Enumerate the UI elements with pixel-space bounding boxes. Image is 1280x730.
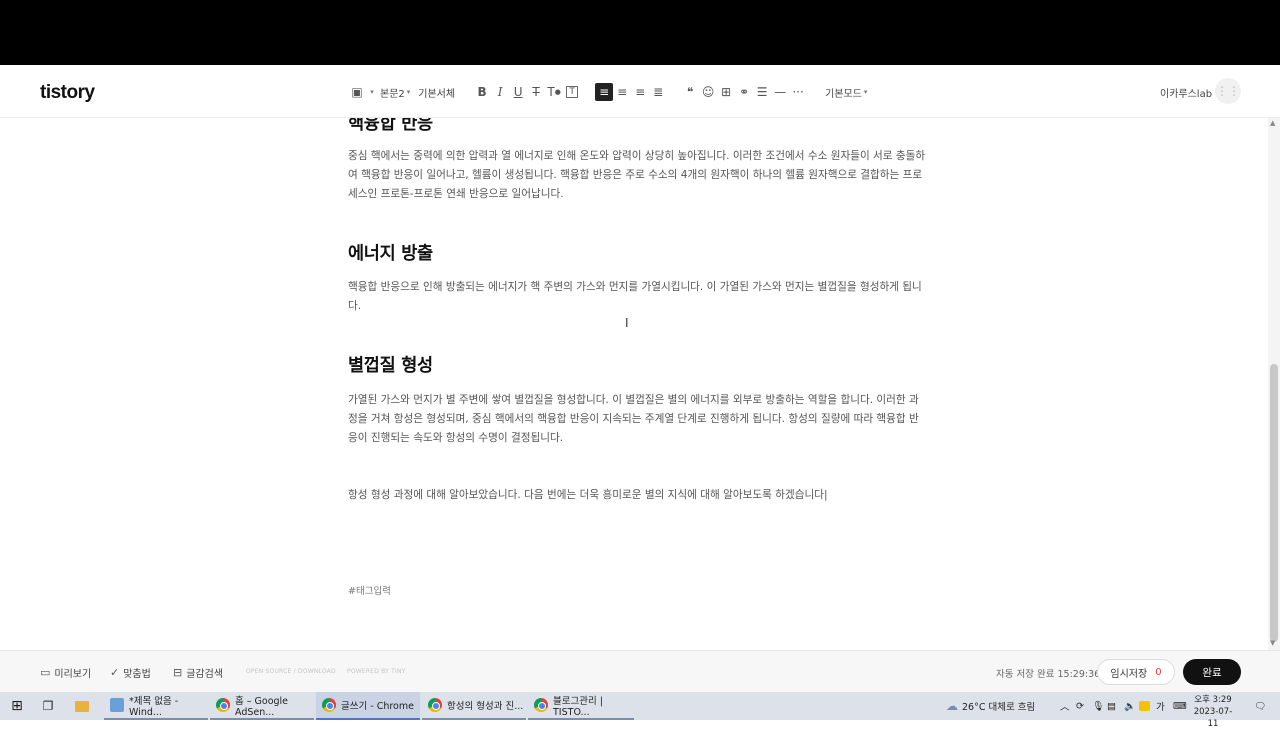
closing-paragraph: 항성 형성 과정에 대해 알아보았습니다. 다음 번에는 더욱 흥미로운 별의 … (348, 489, 828, 501)
clock[interactable]: 오후 3:29 2023-07-11 (1190, 694, 1236, 730)
taskbar-app-adsense[interactable]: 홈 – Google AdSen... (210, 692, 314, 720)
draft-save-button[interactable]: 임시저장 0 (1097, 659, 1175, 685)
preview-button[interactable]: ▭ 미리보기 (40, 665, 91, 680)
link-icon[interactable]: ⚭ (735, 83, 753, 101)
chevron-down-icon: ▾ (406, 88, 411, 96)
paragraph: 핵융합 반응으로 인해 방출되는 에너지가 핵 주변의 가스와 먼지를 가열시킵… (348, 281, 922, 312)
horizontal-line-icon[interactable]: — (771, 83, 789, 101)
windows-start-icon[interactable]: ⊞ (6, 692, 28, 720)
list-icon[interactable]: ☰ (753, 83, 771, 101)
top-black-bar (0, 0, 1280, 65)
editor-mode-dropdown[interactable]: 기본모드 ▾ (821, 83, 871, 101)
taskbar-app-blog-admin[interactable]: 블로그관리 | TISTO... (528, 692, 634, 720)
scrollbar[interactable]: ▲ ▼ (1268, 118, 1280, 650)
taskbar-app-label: 항성의 형성과 진... (447, 701, 524, 712)
task-view-icon[interactable]: ❐ (38, 692, 58, 720)
section-heading: 에너지 방출 (348, 244, 433, 264)
sync-icon[interactable]: ⟳ (1076, 692, 1084, 720)
chevron-down-icon: ▾ (863, 88, 868, 96)
search-icon: ⊟ (173, 666, 183, 679)
taskbar-app-write[interactable]: 글쓰기 - Chrome (316, 692, 420, 720)
chevron-down-icon[interactable]: ▾ (366, 83, 376, 101)
table-icon[interactable]: ⊞ (717, 83, 735, 101)
more-icon[interactable]: ··· (789, 83, 807, 101)
text-cursor-icon: I (625, 316, 629, 330)
font-dropdown[interactable]: 기본서체 (414, 83, 459, 101)
formatting-toolbar: ▣ ▾ 본문2 ▾ 기본서체 B I U T T ● T ≡ ≡ ≡ ≣ ❝ ☺ ⊞… (348, 83, 871, 101)
clock-date: 2023-07-11 (1193, 707, 1233, 729)
ime-indicator[interactable]: 가 (1156, 692, 1165, 720)
chrome-icon (428, 698, 442, 712)
align-center-icon[interactable]: ≡ (613, 83, 631, 101)
weather-label: 26°C 대체로 흐림 (962, 702, 1036, 713)
weather-cloud-icon: ☁ (946, 699, 958, 713)
monitor-icon: ▭ (40, 666, 51, 679)
image-icon[interactable]: ▣ (348, 83, 366, 101)
notifications-icon[interactable]: 🗨 (1254, 692, 1266, 720)
clock-time: 오후 3:29 (1194, 695, 1232, 705)
weather-widget[interactable]: ☁ 26°C 대체로 흐림 (946, 692, 1035, 720)
italic-icon[interactable]: I (491, 83, 509, 101)
taskbar-app-label: 글쓰기 - Chrome (341, 701, 414, 712)
taskbar-app-label: *제목 없음 - Wind... (129, 695, 179, 718)
editor-mode-label: 기본모드 (825, 88, 862, 100)
windows-taskbar: ⊞ ❐ *제목 없음 - Wind... 홈 – Google AdSen...… (0, 692, 1280, 729)
paragraph: 중심 핵에서는 중력에 의한 압력과 열 에너지로 인해 온도와 압력이 상당히… (348, 150, 926, 200)
tistory-logo[interactable]: tistory (40, 82, 95, 104)
bold-icon[interactable]: B (473, 83, 491, 101)
section-heading: 별껍질 형성 (348, 356, 433, 376)
powered-by-credit[interactable]: POWERED BY TINY (347, 668, 406, 675)
avatar[interactable]: ⋮⋮ (1215, 78, 1241, 104)
microphone-icon[interactable]: 🎙 (1092, 692, 1104, 720)
taskbar-app-label: 홈 – Google AdSen... (235, 695, 289, 718)
paragraph-style-dropdown[interactable]: 본문2 ▾ (376, 83, 414, 101)
taskbar-app-notepad[interactable]: *제목 없음 - Wind... (104, 692, 208, 720)
preview-label: 미리보기 (54, 669, 92, 680)
text-search-label: 글감검색 (186, 669, 224, 680)
text-search-button[interactable]: ⊟ 글감검색 (173, 665, 223, 680)
scrollbar-thumb[interactable] (1270, 364, 1278, 642)
emoji-icon[interactable]: ☺ (699, 83, 717, 101)
kakaotalk-icon[interactable] (1139, 692, 1150, 720)
chrome-icon (534, 698, 548, 712)
text-color-icon[interactable]: T ● (545, 83, 563, 101)
spellcheck-button[interactable]: ✓ 맞춤법 (110, 665, 151, 680)
notepad-icon (110, 698, 124, 712)
file-explorer-icon[interactable] (72, 692, 92, 720)
spellcheck-icon: ✓ (110, 666, 120, 679)
volume-icon[interactable]: 🔈 (1124, 692, 1136, 720)
section-heading: 핵융합 반응 (348, 118, 433, 134)
user-name[interactable]: 이카루스lab (1160, 85, 1212, 100)
align-justify-icon[interactable]: ≣ (649, 83, 667, 101)
paragraph: 가열된 가스와 먼지가 별 주변에 쌓여 별껍질을 형성합니다. 이 별껍질은 … (348, 394, 919, 444)
underline-icon[interactable]: U (509, 83, 527, 101)
publish-button[interactable]: 완료 (1183, 659, 1241, 685)
network-icon[interactable]: ▤ (1107, 692, 1116, 720)
align-left-icon[interactable]: ≡ (595, 83, 614, 101)
tag-input[interactable]: #태그입력 (348, 583, 391, 597)
scroll-up-icon[interactable]: ▲ (1270, 119, 1275, 127)
editor-footer: ▭ 미리보기 ✓ 맞춤법 ⊟ 글감검색 OPEN SOURCE / DOWNLO… (0, 650, 1280, 692)
spellcheck-label: 맞춤법 (123, 669, 151, 680)
draft-save-label: 임시저장 (1110, 668, 1148, 680)
chrome-icon (322, 698, 336, 712)
paragraph-style-label: 본문2 (380, 88, 405, 100)
text-background-icon[interactable]: T (563, 83, 581, 101)
taskbar-app-label: 블로그관리 | TISTO... (553, 695, 603, 718)
scroll-down-icon[interactable]: ▼ (1270, 639, 1275, 647)
taskbar-app-star-formation[interactable]: 항성의 형성과 진... (422, 692, 526, 720)
keyboard-icon[interactable]: ⌨ (1173, 692, 1187, 720)
align-right-icon[interactable]: ≡ (631, 83, 649, 101)
chrome-icon (216, 698, 230, 712)
editor-header: tistory ▣ ▾ 본문2 ▾ 기본서체 B I U T T ● T ≡ ≡ ≡… (0, 65, 1280, 118)
draft-count: 0 (1155, 666, 1162, 678)
show-hidden-icons-icon[interactable]: ︿ (1060, 692, 1070, 720)
editor-content[interactable]: 핵융합 반응 중심 핵에서는 중력에 의한 압력과 열 에너지로 인해 온도와 … (0, 118, 1268, 650)
quote-icon[interactable]: ❝ (681, 83, 699, 101)
autosave-status: 자동 저장 완료 15:29:36 (996, 669, 1101, 680)
font-label: 기본서체 (418, 88, 456, 100)
strikethrough-icon[interactable]: T (527, 83, 545, 101)
open-source-credit[interactable]: OPEN SOURCE / DOWNLOAD (246, 668, 336, 675)
